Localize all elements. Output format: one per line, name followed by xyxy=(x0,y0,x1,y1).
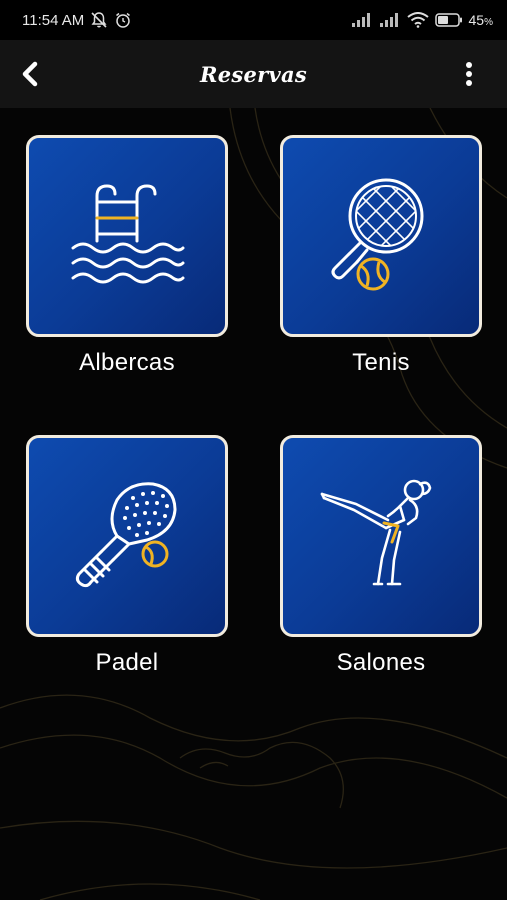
tile-tenis[interactable]: Tenis xyxy=(280,135,482,376)
status-right: 45% xyxy=(351,12,493,28)
tile-salones[interactable]: Salones xyxy=(280,435,482,676)
status-time: 11:54 AM xyxy=(22,11,85,29)
overflow-menu-button[interactable] xyxy=(457,54,481,94)
signal-icon-2 xyxy=(379,13,398,27)
tile-albercas-label[interactable]: Albercas xyxy=(26,349,228,377)
tile-albercas-card[interactable] xyxy=(26,135,228,337)
tile-padel[interactable]: Padel xyxy=(26,435,228,676)
app-bar: Reservas xyxy=(0,40,507,108)
alarm-icon xyxy=(116,12,131,28)
tile-tenis-card[interactable] xyxy=(280,135,482,337)
signal-icon xyxy=(351,13,370,27)
battery-icon xyxy=(434,13,462,27)
tile-albercas[interactable]: Albercas xyxy=(26,135,228,376)
tile-padel-label[interactable]: Padel xyxy=(26,649,228,677)
tile-salones-card[interactable] xyxy=(280,435,482,637)
back-button[interactable] xyxy=(10,54,50,94)
tennis-racket-icon xyxy=(331,178,424,291)
tile-salones-label[interactable]: Salones xyxy=(280,649,482,677)
martial-arts-icon xyxy=(320,479,432,586)
battery-level: 45% xyxy=(468,12,493,28)
pool-ladder-icon xyxy=(71,184,185,284)
tile-padel-card[interactable] xyxy=(26,435,228,637)
page-title: Reservas xyxy=(199,61,308,87)
wifi-icon xyxy=(406,12,429,28)
status-bar: 11:54 AM 45% xyxy=(0,0,507,40)
padel-racket-icon xyxy=(75,482,177,588)
status-left: 11:54 AM xyxy=(22,11,132,29)
chevron-left-icon xyxy=(22,61,38,87)
tile-tenis-label[interactable]: Tenis xyxy=(280,349,482,377)
more-vertical-icon xyxy=(466,62,472,86)
notifications-off-icon xyxy=(91,12,107,28)
